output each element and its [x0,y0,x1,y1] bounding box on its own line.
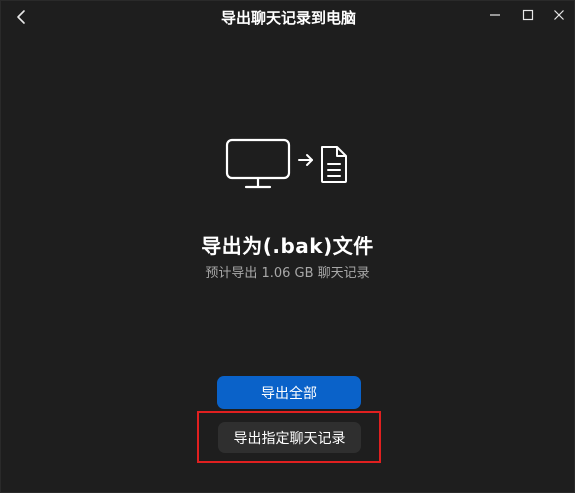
minimize-button[interactable] [481,3,509,27]
export-all-button[interactable]: 导出全部 [217,376,361,409]
document-icon [321,146,347,183]
export-selected-chats-button[interactable]: 导出指定聊天记录 [218,422,361,453]
back-button[interactable] [9,5,33,29]
arrow-right-icon [298,154,313,166]
close-button[interactable] [545,3,573,27]
title-bar: 导出聊天记录到电脑 [1,1,575,33]
export-format-heading: 导出为(.bak)文件 [201,234,374,258]
chevron-left-icon [17,10,25,24]
maximize-icon [522,9,534,21]
maximize-button[interactable] [514,3,542,27]
minimize-icon [490,14,500,16]
close-icon [554,10,564,20]
export-chat-window: 导出聊天记录到电脑 导出为(.bak)文件 预计导出 1.06 GB 聊天记录 … [0,0,575,493]
monitor-icon [225,138,291,189]
export-size-estimate: 预计导出 1.06 GB 聊天记录 [205,266,370,281]
export-illustration [225,138,355,192]
